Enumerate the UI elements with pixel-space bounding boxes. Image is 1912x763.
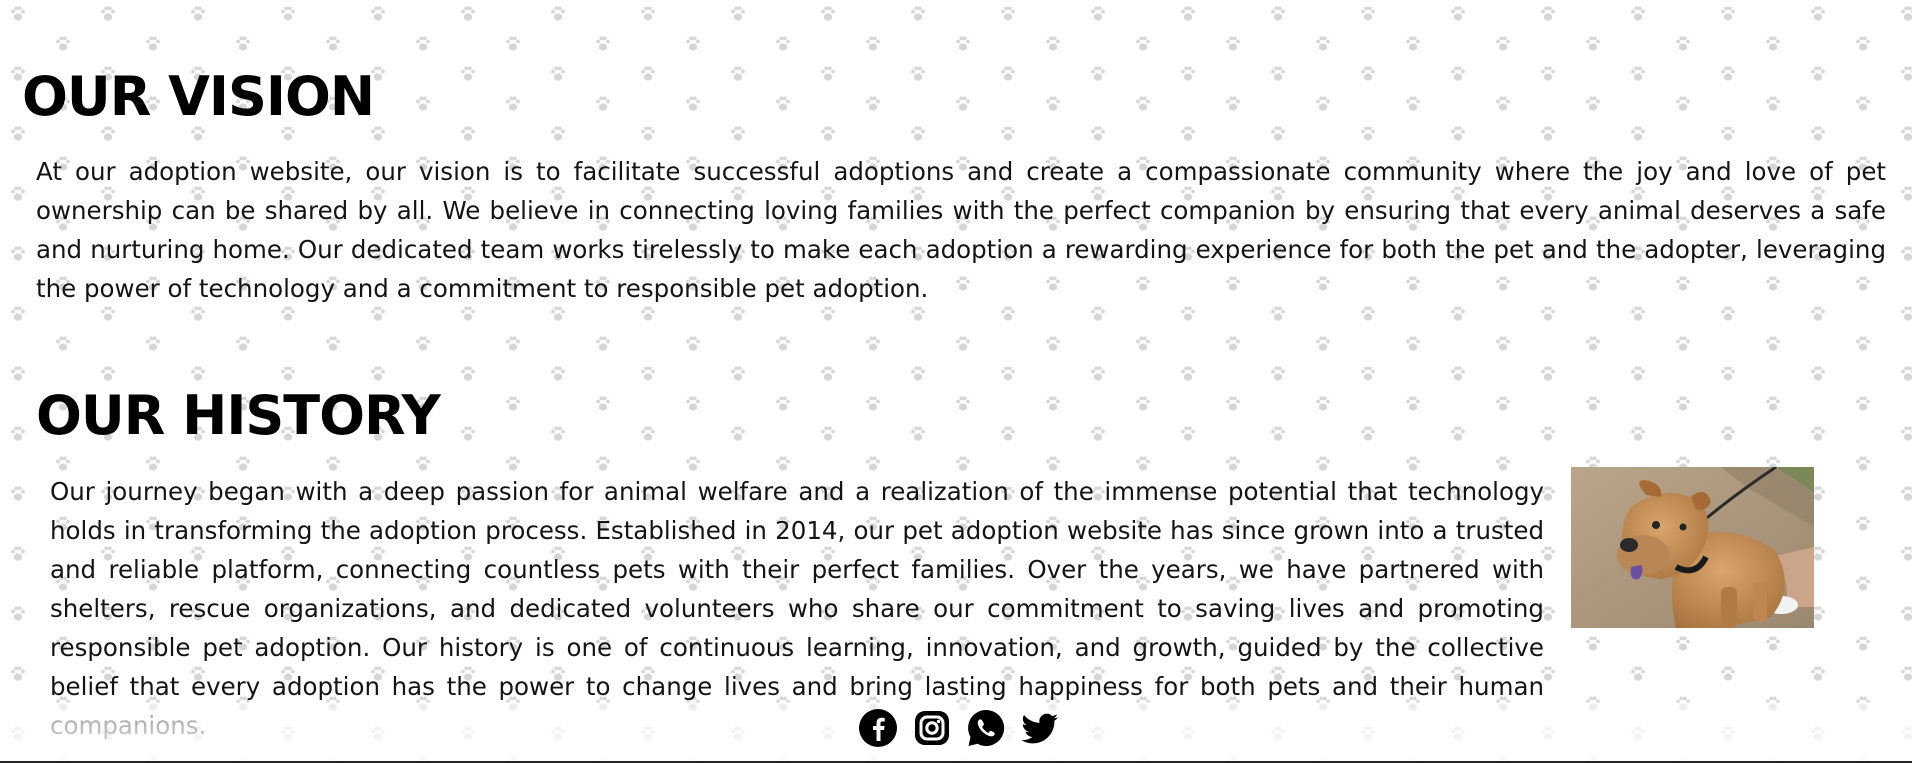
social-links <box>858 705 1060 751</box>
instagram-icon[interactable] <box>912 708 952 748</box>
vision-heading: OUR VISION <box>22 65 375 128</box>
vision-paragraph: At our adoption website, our vision is t… <box>36 157 1886 303</box>
history-heading: OUR HISTORY <box>36 384 441 447</box>
about-page: OUR VISION At our adoption website, our … <box>0 0 1912 763</box>
facebook-icon[interactable] <box>858 708 898 748</box>
twitter-icon[interactable] <box>1020 708 1060 748</box>
whatsapp-icon[interactable] <box>966 708 1006 748</box>
history-paragraph: Our journey began with a deep passion fo… <box>50 477 1544 740</box>
dog-photo <box>1571 467 1814 628</box>
